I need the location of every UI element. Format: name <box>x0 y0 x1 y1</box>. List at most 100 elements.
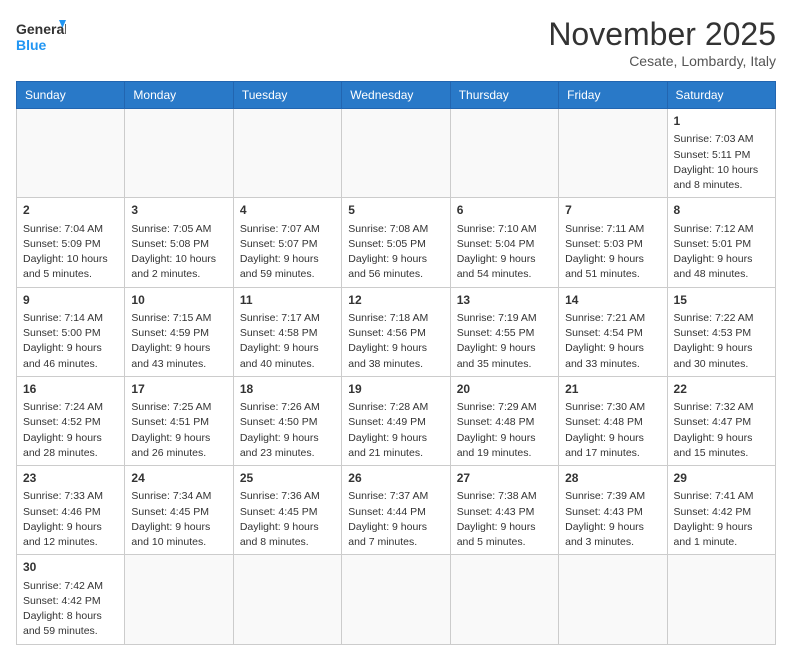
header-friday: Friday <box>559 82 667 109</box>
calendar-cell <box>559 109 667 198</box>
day-info: Sunrise: 7:34 AM Sunset: 4:45 PM Dayligh… <box>131 490 211 548</box>
day-info: Sunrise: 7:12 AM Sunset: 5:01 PM Dayligh… <box>674 223 754 281</box>
day-info: Sunrise: 7:30 AM Sunset: 4:48 PM Dayligh… <box>565 401 645 459</box>
day-info: Sunrise: 7:24 AM Sunset: 4:52 PM Dayligh… <box>23 401 103 459</box>
calendar-cell: 25 Sunrise: 7:36 AM Sunset: 4:45 PM Dayli… <box>233 466 341 555</box>
calendar-cell: 27 Sunrise: 7:38 AM Sunset: 4:43 PM Dayli… <box>450 466 558 555</box>
calendar-cell: 23 Sunrise: 7:33 AM Sunset: 4:46 PM Dayli… <box>17 466 125 555</box>
day-info: Sunrise: 7:32 AM Sunset: 4:47 PM Dayligh… <box>674 401 754 459</box>
day-info: Sunrise: 7:21 AM Sunset: 4:54 PM Dayligh… <box>565 312 645 370</box>
day-info: Sunrise: 7:10 AM Sunset: 5:04 PM Dayligh… <box>457 223 537 281</box>
calendar-cell: 13 Sunrise: 7:19 AM Sunset: 4:55 PM Dayli… <box>450 287 558 376</box>
day-number: 17 <box>131 381 226 398</box>
day-number: 15 <box>674 292 769 309</box>
day-number: 22 <box>674 381 769 398</box>
calendar-cell <box>342 555 450 644</box>
calendar-cell: 15 Sunrise: 7:22 AM Sunset: 4:53 PM Dayli… <box>667 287 775 376</box>
calendar-cell: 24 Sunrise: 7:34 AM Sunset: 4:45 PM Dayli… <box>125 466 233 555</box>
calendar-cell <box>342 109 450 198</box>
day-number: 8 <box>674 202 769 219</box>
day-number: 28 <box>565 470 660 487</box>
header-tuesday: Tuesday <box>233 82 341 109</box>
calendar-cell <box>125 555 233 644</box>
day-info: Sunrise: 7:36 AM Sunset: 4:45 PM Dayligh… <box>240 490 320 548</box>
day-info: Sunrise: 7:22 AM Sunset: 4:53 PM Dayligh… <box>674 312 754 370</box>
day-number: 24 <box>131 470 226 487</box>
calendar-cell: 22 Sunrise: 7:32 AM Sunset: 4:47 PM Dayli… <box>667 376 775 465</box>
header-thursday: Thursday <box>450 82 558 109</box>
calendar-cell: 7 Sunrise: 7:11 AM Sunset: 5:03 PM Daylig… <box>559 198 667 287</box>
calendar-cell <box>559 555 667 644</box>
calendar-cell: 4Sunrise: 7:07 AM Sunset: 5:07 PM Daylig… <box>233 198 341 287</box>
day-number: 18 <box>240 381 335 398</box>
day-number: 6 <box>457 202 552 219</box>
day-number: 26 <box>348 470 443 487</box>
day-info: Sunrise: 7:17 AM Sunset: 4:58 PM Dayligh… <box>240 312 320 370</box>
calendar-cell: 6 Sunrise: 7:10 AM Sunset: 5:04 PM Daylig… <box>450 198 558 287</box>
calendar-cell: 8 Sunrise: 7:12 AM Sunset: 5:01 PM Daylig… <box>667 198 775 287</box>
day-number: 30 <box>23 559 118 576</box>
day-info: Sunrise: 7:37 AM Sunset: 4:44 PM Dayligh… <box>348 490 428 548</box>
calendar-cell: 18 Sunrise: 7:26 AM Sunset: 4:50 PM Dayli… <box>233 376 341 465</box>
svg-text:General: General <box>16 21 66 37</box>
day-number: 7 <box>565 202 660 219</box>
calendar-cell: 19 Sunrise: 7:28 AM Sunset: 4:49 PM Dayli… <box>342 376 450 465</box>
calendar-cell: 17Sunrise: 7:25 AM Sunset: 4:51 PM Dayli… <box>125 376 233 465</box>
month-title: November 2025 <box>548 16 776 53</box>
calendar-cell: 16 Sunrise: 7:24 AM Sunset: 4:52 PM Dayli… <box>17 376 125 465</box>
day-number: 3 <box>131 202 226 219</box>
day-number: 16 <box>23 381 118 398</box>
calendar-cell: 30Sunrise: 7:42 AM Sunset: 4:42 PM Dayli… <box>17 555 125 644</box>
calendar-header-row: SundayMondayTuesdayWednesdayThursdayFrid… <box>17 82 776 109</box>
day-info: Sunrise: 7:15 AM Sunset: 4:59 PM Dayligh… <box>131 312 211 370</box>
day-number: 23 <box>23 470 118 487</box>
day-info: Sunrise: 7:08 AM Sunset: 5:05 PM Dayligh… <box>348 223 428 281</box>
day-number: 13 <box>457 292 552 309</box>
day-info: Sunrise: 7:03 AM Sunset: 5:11 PM Dayligh… <box>674 133 759 191</box>
calendar-cell: 5Sunrise: 7:08 AM Sunset: 5:05 PM Daylig… <box>342 198 450 287</box>
calendar-cell <box>17 109 125 198</box>
day-info: Sunrise: 7:07 AM Sunset: 5:07 PM Dayligh… <box>240 223 320 281</box>
header-monday: Monday <box>125 82 233 109</box>
day-number: 11 <box>240 292 335 309</box>
calendar-cell <box>667 555 775 644</box>
day-info: Sunrise: 7:41 AM Sunset: 4:42 PM Dayligh… <box>674 490 754 548</box>
day-number: 21 <box>565 381 660 398</box>
day-info: Sunrise: 7:11 AM Sunset: 5:03 PM Dayligh… <box>565 223 644 281</box>
calendar-table: SundayMondayTuesdayWednesdayThursdayFrid… <box>16 81 776 645</box>
day-info: Sunrise: 7:05 AM Sunset: 5:08 PM Dayligh… <box>131 223 216 281</box>
day-number: 10 <box>131 292 226 309</box>
day-info: Sunrise: 7:38 AM Sunset: 4:43 PM Dayligh… <box>457 490 537 548</box>
day-number: 9 <box>23 292 118 309</box>
svg-text:Blue: Blue <box>16 37 47 53</box>
calendar-cell: 9 Sunrise: 7:14 AM Sunset: 5:00 PM Daylig… <box>17 287 125 376</box>
calendar-cell: 2Sunrise: 7:04 AM Sunset: 5:09 PM Daylig… <box>17 198 125 287</box>
calendar-cell: 3 Sunrise: 7:05 AM Sunset: 5:08 PM Daylig… <box>125 198 233 287</box>
calendar-cell: 26 Sunrise: 7:37 AM Sunset: 4:44 PM Dayli… <box>342 466 450 555</box>
calendar-cell: 1 Sunrise: 7:03 AM Sunset: 5:11 PM Daylig… <box>667 109 775 198</box>
calendar-cell <box>233 555 341 644</box>
calendar-cell <box>125 109 233 198</box>
logo: General Blue <box>16 16 66 60</box>
day-number: 2 <box>23 202 118 219</box>
calendar-cell <box>233 109 341 198</box>
calendar-cell: 20Sunrise: 7:29 AM Sunset: 4:48 PM Dayli… <box>450 376 558 465</box>
header-wednesday: Wednesday <box>342 82 450 109</box>
day-number: 27 <box>457 470 552 487</box>
calendar-cell: 12Sunrise: 7:18 AM Sunset: 4:56 PM Dayli… <box>342 287 450 376</box>
day-number: 19 <box>348 381 443 398</box>
header-sunday: Sunday <box>17 82 125 109</box>
calendar-cell <box>450 555 558 644</box>
day-info: Sunrise: 7:33 AM Sunset: 4:46 PM Dayligh… <box>23 490 103 548</box>
calendar-cell: 29Sunrise: 7:41 AM Sunset: 4:42 PM Dayli… <box>667 466 775 555</box>
calendar-cell: 11 Sunrise: 7:17 AM Sunset: 4:58 PM Dayli… <box>233 287 341 376</box>
day-info: Sunrise: 7:19 AM Sunset: 4:55 PM Dayligh… <box>457 312 537 370</box>
day-number: 20 <box>457 381 552 398</box>
day-info: Sunrise: 7:26 AM Sunset: 4:50 PM Dayligh… <box>240 401 320 459</box>
page-header: General Blue November 2025 Cesate, Lomba… <box>16 16 776 69</box>
day-info: Sunrise: 7:28 AM Sunset: 4:49 PM Dayligh… <box>348 401 428 459</box>
day-number: 1 <box>674 113 769 130</box>
day-number: 14 <box>565 292 660 309</box>
day-number: 25 <box>240 470 335 487</box>
day-info: Sunrise: 7:14 AM Sunset: 5:00 PM Dayligh… <box>23 312 103 370</box>
